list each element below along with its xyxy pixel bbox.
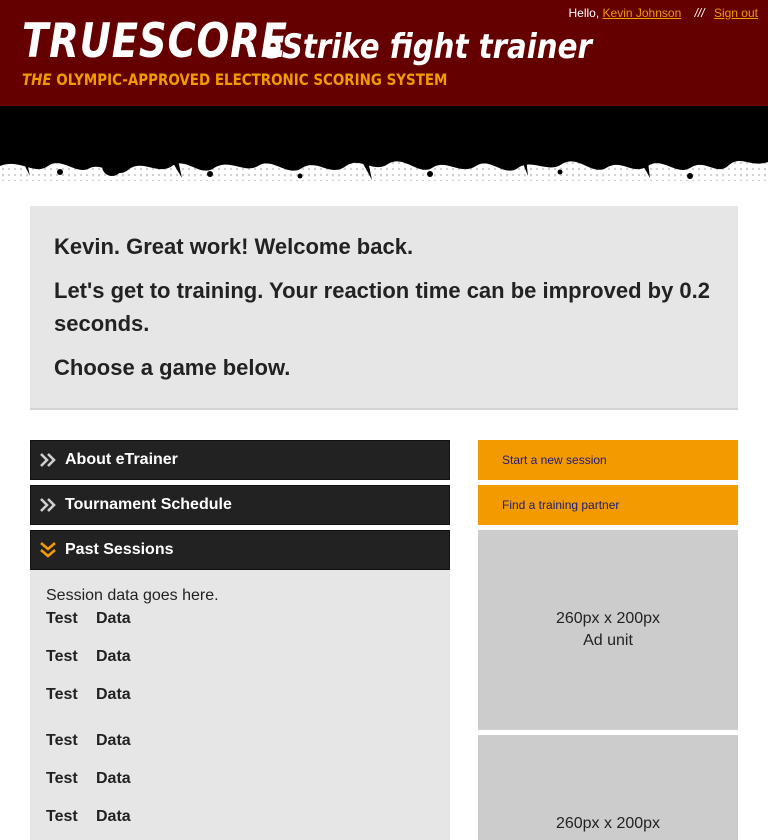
table-row: Test Data (46, 610, 131, 628)
user-profile-link[interactable]: Kevin Johnson (603, 6, 682, 20)
double-chevron-right-icon (40, 453, 56, 467)
past-sessions-panel: Session data goes here. Test Data Test Dat… (30, 570, 450, 840)
table-row: Test Data (46, 808, 131, 826)
tagline-text: Olympic-approved electronic scoring syst… (56, 70, 448, 89)
accordion-label: Tournament Schedule (65, 496, 232, 513)
table-cell: Test (46, 732, 78, 749)
sign-out-link[interactable]: Sign out (714, 6, 758, 20)
table-cell: Data (96, 732, 131, 749)
user-bar-separator: /// (694, 6, 705, 20)
table-cell: Data (96, 686, 131, 703)
start-new-session-button[interactable]: Start a new session (478, 440, 738, 480)
site-header: Truescore eStrike fight trainer The Olym… (0, 0, 768, 106)
welcome-greeting: Kevin. Great work! Welcome back. (54, 234, 414, 259)
product-title: eStrike fight trainer (262, 27, 592, 67)
find-training-partner-button[interactable]: Find a training partner (478, 485, 738, 525)
ad-unit[interactable]: 260px x 200px (478, 735, 738, 840)
accordion-label: About eTrainer (65, 451, 178, 468)
table-row: Test Data (46, 770, 131, 788)
table-row: Test Data (46, 732, 131, 750)
accordion-about-etrainer[interactable]: About eTrainer (30, 440, 450, 480)
table-row: Test Data (46, 648, 131, 666)
table-cell: Test (46, 770, 78, 787)
ad-size-label: 260px x 200px (555, 815, 661, 832)
table-cell: Test (46, 648, 78, 665)
table-cell: Data (96, 610, 131, 627)
double-chevron-right-icon (40, 498, 56, 512)
table-cell: Test (46, 686, 78, 703)
brand-logo[interactable]: Truescore (22, 14, 288, 70)
table-row: Test Data (46, 686, 131, 704)
ad-unit[interactable]: 260px x 200px Ad unit (478, 530, 738, 730)
ad-label: Ad unit (583, 632, 633, 649)
tagline: The Olympic-approved electronic scoring … (22, 70, 447, 90)
user-bar: Hello, Kevin Johnson /// Sign out (568, 6, 758, 20)
grunge-border-graphic (0, 106, 768, 200)
double-chevron-down-icon (40, 542, 56, 558)
sessions-intro: Session data goes here. (46, 587, 219, 604)
accordion-label: Past Sessions (65, 541, 174, 558)
accordion-tournament-schedule[interactable]: Tournament Schedule (30, 485, 450, 525)
welcome-tip: Let's get to training. Your reaction tim… (54, 278, 711, 336)
greeting: Hello, (568, 6, 600, 20)
table-cell: Data (96, 770, 131, 787)
tagline-prefix: The (22, 70, 52, 89)
ad-size-label: 260px x 200px (555, 610, 661, 627)
accordion-past-sessions[interactable]: Past Sessions (30, 530, 450, 570)
table-cell: Data (96, 808, 131, 825)
welcome-cta-text: Choose a game below. (54, 355, 291, 380)
table-cell: Data (96, 648, 131, 665)
welcome-panel: Kevin. Great work! Welcome back. Let's g… (30, 206, 738, 410)
table-cell: Test (46, 808, 78, 825)
table-cell: Test (46, 610, 78, 627)
